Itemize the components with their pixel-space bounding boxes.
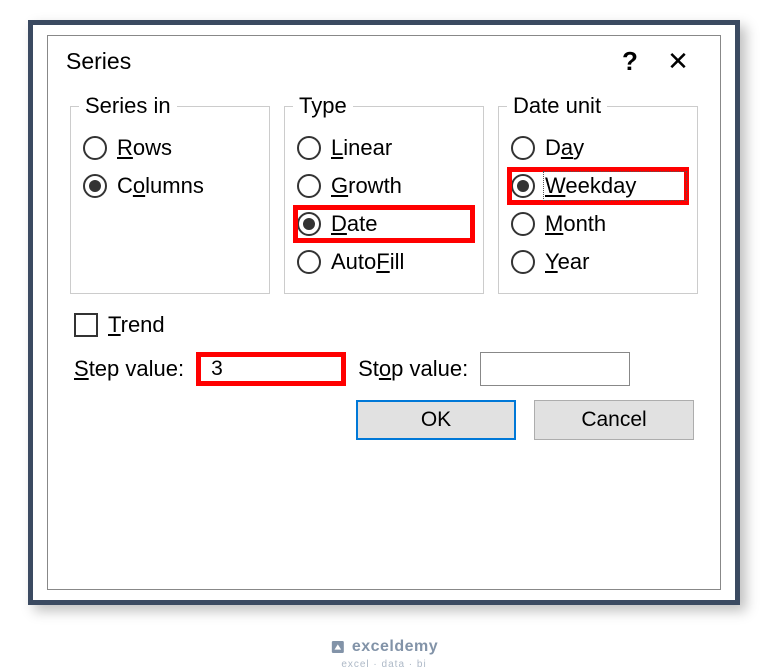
radio-columns[interactable]: Columns: [79, 167, 261, 205]
watermark-brand: exceldemy: [352, 638, 438, 656]
radio-label: Weekday: [545, 173, 636, 199]
type-legend: Type: [293, 93, 353, 119]
radio-label: Date: [331, 211, 377, 237]
ok-button[interactable]: OK: [356, 400, 516, 440]
radio-label: AutoFill: [331, 249, 404, 275]
titlebar: Series ? ✕: [48, 36, 720, 85]
radio-icon: [511, 250, 535, 274]
stop-value-label: Stop value:: [358, 356, 468, 382]
radio-icon: [297, 136, 321, 160]
radio-day[interactable]: Day: [507, 129, 689, 167]
date-unit-legend: Date unit: [507, 93, 607, 119]
dialog-content: Series in Rows Columns Type Linear: [48, 85, 720, 589]
radio-icon: [297, 174, 321, 198]
radio-label: Columns: [117, 173, 204, 199]
radio-label: Day: [545, 135, 584, 161]
radio-growth[interactable]: Growth: [293, 167, 475, 205]
checkbox-icon: [74, 313, 98, 337]
radio-year[interactable]: Year: [507, 243, 689, 281]
type-group: Type Linear Growth Date: [284, 93, 484, 294]
date-unit-group: Date unit Day Weekday Month: [498, 93, 698, 294]
radio-icon: [83, 136, 107, 160]
brand-icon: [330, 639, 346, 655]
dialog-frame: Series ? ✕ Series in Rows Columns: [28, 20, 740, 605]
radio-label: Year: [545, 249, 589, 275]
value-row: Step value: Stop value:: [70, 348, 698, 400]
watermark: exceldemy: [330, 638, 438, 656]
radio-month[interactable]: Month: [507, 205, 689, 243]
button-row: OK Cancel: [70, 400, 698, 444]
trend-label: Trend: [108, 312, 165, 338]
radio-date[interactable]: Date: [293, 205, 475, 243]
radio-icon: [297, 212, 321, 236]
watermark-tagline: excel · data · bi: [341, 659, 426, 670]
radio-autofill[interactable]: AutoFill: [293, 243, 475, 281]
step-value-label: Step value:: [74, 356, 184, 382]
trend-checkbox-row[interactable]: Trend: [70, 308, 698, 348]
radio-icon: [511, 136, 535, 160]
series-dialog: Series ? ✕ Series in Rows Columns: [47, 35, 721, 590]
radio-icon: [511, 212, 535, 236]
radio-rows[interactable]: Rows: [79, 129, 261, 167]
radio-icon: [297, 250, 321, 274]
radio-linear[interactable]: Linear: [293, 129, 475, 167]
radio-weekday[interactable]: Weekday: [507, 167, 689, 205]
series-in-legend: Series in: [79, 93, 177, 119]
radio-icon: [83, 174, 107, 198]
stop-value-input[interactable]: [480, 352, 630, 386]
radio-label: Growth: [331, 173, 402, 199]
radio-label: Month: [545, 211, 606, 237]
cancel-button[interactable]: Cancel: [534, 400, 694, 440]
radio-icon: [511, 174, 535, 198]
dialog-title: Series: [66, 48, 606, 75]
step-value-input[interactable]: [196, 352, 346, 386]
series-in-group: Series in Rows Columns: [70, 93, 270, 294]
radio-label: Linear: [331, 135, 392, 161]
option-groups: Series in Rows Columns Type Linear: [70, 93, 698, 294]
radio-label: Rows: [117, 135, 172, 161]
help-button[interactable]: ?: [606, 46, 654, 77]
close-button[interactable]: ✕: [654, 46, 702, 77]
